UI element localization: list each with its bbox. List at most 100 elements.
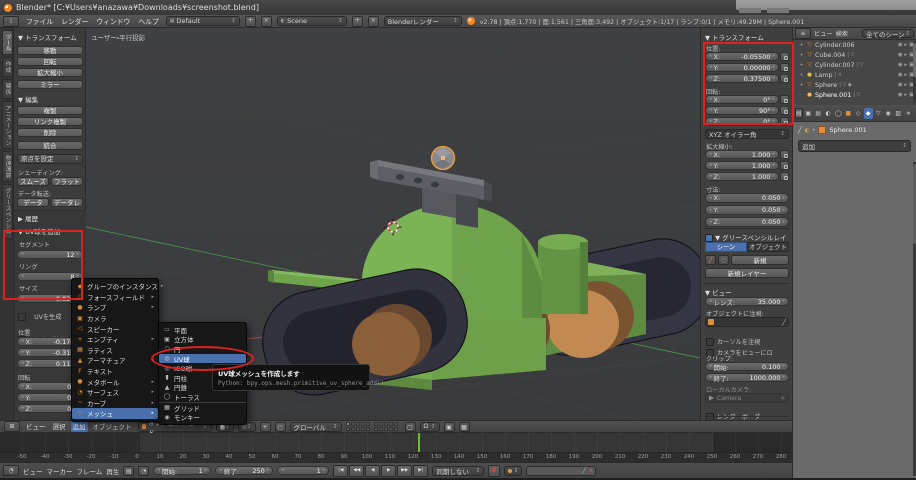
add-menu-item[interactable]: ◁ スピーカー xyxy=(72,323,158,334)
eye-icon[interactable]: ◉ xyxy=(898,62,903,68)
operator-checkbox[interactable]: UVを生成 xyxy=(18,306,71,325)
topbar-menu[interactable]: ファイル xyxy=(24,16,55,26)
tool-shelf-tab[interactable]: グリースペンシル xyxy=(2,184,13,238)
render-opengl-anim-icon[interactable]: ▦ xyxy=(459,422,470,432)
selectable-icon[interactable]: ▸ xyxy=(904,62,907,68)
keying-set-dropdown[interactable]: ↕ xyxy=(504,466,522,476)
object-name[interactable]: Lamp xyxy=(815,72,833,79)
layer-toggle[interactable] xyxy=(374,427,378,431)
timeline-menu[interactable]: ビュー xyxy=(23,466,43,476)
expand-icon[interactable]: + xyxy=(799,42,804,48)
layer-toggle[interactable] xyxy=(351,427,355,431)
editor-type-icon[interactable]: ≡ xyxy=(795,28,811,39)
expand-icon[interactable]: + xyxy=(799,62,804,68)
uv-sphere-object[interactable] xyxy=(432,147,455,170)
properties-tab[interactable]: ▤ xyxy=(814,108,823,119)
eye-icon[interactable]: ◉ xyxy=(898,92,903,98)
editor-type-icon[interactable]: ◔ xyxy=(3,465,19,476)
layer-toggle[interactable] xyxy=(366,422,370,426)
layer-toggle[interactable] xyxy=(389,427,393,431)
tool-button[interactable]: 移動 xyxy=(17,46,83,55)
timeline-track[interactable] xyxy=(0,433,792,452)
outliner-row[interactable]: + ▽ Cylinder.007 | ▽ ◉ ▸ ▣ xyxy=(793,60,916,70)
dimension-field[interactable]: ◂Y:0.050▸ xyxy=(705,205,789,215)
timeline-menu[interactable]: マーカー xyxy=(47,466,73,476)
lock-icon[interactable] xyxy=(780,161,789,170)
lock-icon[interactable] xyxy=(780,63,789,72)
outliner-row[interactable]: + ● Lamp | × ◉ ▸ ▣ xyxy=(793,70,916,80)
dimension-field[interactable]: ◂X:0.050▸ xyxy=(705,193,789,203)
lens-field[interactable]: ◂レンズ:35.000▸ xyxy=(705,297,789,306)
rotation-field[interactable]: ◂Z:0°▸ xyxy=(705,117,779,126)
panel-header-transform[interactable]: ▼ トランスフォーム xyxy=(18,32,77,42)
mesh-menu-item[interactable]: ▭ 平面 xyxy=(159,325,246,335)
layer-toggle[interactable] xyxy=(384,422,388,426)
expand-icon[interactable]: - xyxy=(799,92,804,98)
manipulator-translate-icon[interactable]: + xyxy=(260,422,271,432)
add-menu-item[interactable]: ◔ サーフェス ▸ xyxy=(72,387,158,398)
local-camera-field[interactable]: Camera × xyxy=(705,393,789,403)
layer-toggle[interactable] xyxy=(389,422,393,426)
tool-shelf-tab[interactable]: 物理演算 xyxy=(2,151,13,182)
tool-shelf-tab[interactable]: ツール xyxy=(2,30,13,55)
mirror-button[interactable]: ミラー xyxy=(17,80,83,89)
playback-button[interactable]: ◀◀ xyxy=(349,465,364,477)
end-frame-field[interactable]: ◂終了:250▸ xyxy=(215,466,273,475)
location-field[interactable]: ◂X:-0.05500▸ xyxy=(705,52,779,61)
object-name[interactable]: Cylinder.007 xyxy=(815,62,855,69)
lock-icon[interactable] xyxy=(780,150,789,159)
object-name[interactable]: Sphere xyxy=(815,82,837,89)
layer-toggle[interactable] xyxy=(361,422,365,426)
playback-button[interactable]: |◀ xyxy=(333,465,348,477)
lock-icon[interactable] xyxy=(780,74,789,83)
lock-icon[interactable] xyxy=(780,172,789,181)
grease-pencil-tab[interactable]: シーン xyxy=(705,242,747,252)
playback-button[interactable]: ◀ xyxy=(365,465,380,477)
outliner-menu[interactable]: ビュー xyxy=(814,29,833,38)
layer-toggle[interactable] xyxy=(379,427,383,431)
properties-tab[interactable]: ◯ xyxy=(834,108,843,119)
add-modifier-dropdown[interactable]: 追加↕ xyxy=(798,140,911,152)
snap-dropdown[interactable]: Ω↕ xyxy=(420,422,440,432)
scene-selector[interactable]: ◐ Scene↕ xyxy=(277,16,347,26)
topbar-menu[interactable]: ウィンドウ xyxy=(94,16,132,26)
add-menu-item[interactable]: ▣ カメラ xyxy=(72,313,158,324)
mesh-menu-item[interactable]: ◍ UV球 xyxy=(159,354,246,364)
lock-icon[interactable]: ▢ xyxy=(405,422,416,432)
layout-add-button[interactable]: + xyxy=(245,16,256,27)
rotation-mode-dropdown[interactable]: XYZ オイラー角↕ xyxy=(705,129,789,139)
viewport-menu[interactable]: ビュー xyxy=(24,422,48,432)
outliner-row[interactable]: + ▽ Sphere | ▽ ◆ ◉ ▸ ▣ xyxy=(793,80,916,90)
layer-toggle[interactable] xyxy=(384,427,388,431)
selectable-icon[interactable]: ▸ xyxy=(904,92,907,98)
layout-close-button[interactable]: × xyxy=(261,16,272,27)
keying-set-field[interactable]: ╱ × xyxy=(526,466,596,476)
eyedropper-icon[interactable]: ╱ xyxy=(798,127,802,134)
set-origin-dropdown[interactable]: 原点を設定↕ xyxy=(17,154,83,164)
layer-toggle[interactable] xyxy=(351,422,355,426)
tool-shelf-tab[interactable]: アニメーション xyxy=(2,101,13,150)
layer-toggle[interactable] xyxy=(356,422,360,426)
operator-number-field[interactable]: ◂12▸ xyxy=(17,250,83,259)
add-menu-item[interactable]: + エンプティ ▸ xyxy=(72,334,158,345)
timeline-ruler[interactable]: -50-40-30-20-100102030405060708090100110… xyxy=(0,452,792,462)
ghost-icon[interactable]: ◌ xyxy=(718,255,729,265)
timeline-menu[interactable]: フレーム xyxy=(77,466,103,476)
outliner-scope-dropdown[interactable]: 全てのシーン↕ xyxy=(862,29,914,38)
dimension-field[interactable]: ◂Z:0.050▸ xyxy=(705,217,789,227)
viewport-menu[interactable]: オブジェクト xyxy=(91,422,134,432)
layer-toggle[interactable] xyxy=(346,427,350,431)
layer-toggle[interactable] xyxy=(356,427,360,431)
lock-icon[interactable] xyxy=(780,117,789,126)
current-frame-field[interactable]: ◂1▸ xyxy=(277,466,329,475)
checkbox-icon[interactable] xyxy=(705,234,713,242)
mesh-menu-item[interactable]: ○ 円 xyxy=(159,344,246,354)
scale-field[interactable]: ◂Z:1.000▸ xyxy=(705,172,779,181)
tool-shelf-tab[interactable]: 関係 xyxy=(2,79,13,99)
sync-dropdown[interactable]: 同期しない↕ xyxy=(432,466,484,476)
add-menu-item[interactable]: ◇ フォースフィールド ▸ xyxy=(72,292,158,303)
add-menu-item[interactable]: ● ランプ ▸ xyxy=(72,302,158,313)
selectable-icon[interactable]: ▸ xyxy=(904,72,907,78)
orientation-dropdown[interactable]: グローバル↕ xyxy=(290,422,342,432)
mesh-menu-item[interactable]: ◉ モンキー xyxy=(159,412,246,422)
